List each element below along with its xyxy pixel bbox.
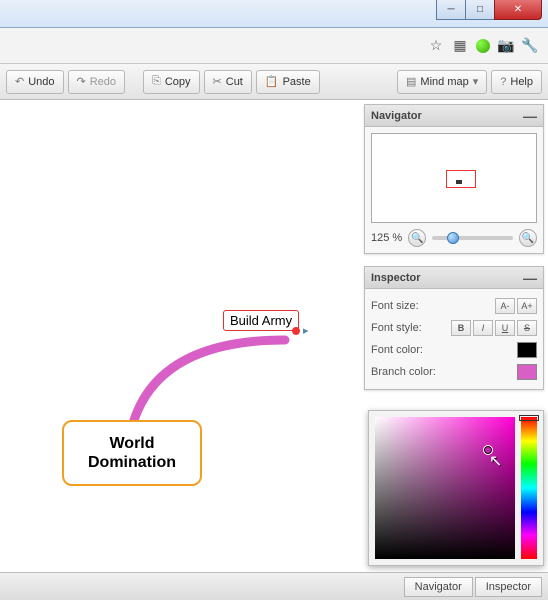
font-style-label: Font style:	[371, 322, 422, 334]
help-icon: ?	[500, 76, 506, 88]
zoom-out-button[interactable]: 🔍	[408, 229, 426, 247]
zoom-slider[interactable]	[432, 236, 513, 240]
inspector-title: Inspector	[371, 272, 421, 284]
help-label: Help	[510, 76, 533, 88]
underline-button[interactable]: U	[495, 320, 515, 336]
window-maximize-button[interactable]: □	[465, 0, 495, 20]
font-style-row: Font style: B I U S	[371, 317, 537, 339]
collapse-icon[interactable]: —	[523, 111, 537, 121]
inspector-panel: Inspector — Font size: A- A+ Font style:…	[364, 266, 544, 390]
zoom-level-label: 125 %	[371, 232, 402, 244]
window-close-button[interactable]: ✕	[494, 0, 542, 20]
child-node[interactable]: Build Army	[223, 310, 299, 331]
font-color-row: Font color:	[371, 339, 537, 361]
child-node-label: Build Army	[230, 313, 292, 328]
copy-button[interactable]: ⎘ Copy	[143, 70, 200, 94]
navigator-title: Navigator	[371, 110, 422, 122]
redo-icon: ↷	[77, 75, 86, 88]
status-bar: Navigator Inspector	[0, 572, 548, 600]
workspace: Build Army ▸ World Domination Navigator …	[0, 100, 548, 572]
font-color-label: Font color:	[371, 344, 423, 356]
font-size-decrease-button[interactable]: A-	[495, 298, 515, 314]
undo-label: Undo	[28, 76, 54, 88]
app-toolbar: ↶ Undo ↷ Redo ⎘ Copy ✂ Cut 📋 Paste ▤ Min…	[0, 64, 548, 100]
copy-label: Copy	[165, 76, 191, 88]
add-sibling-caret-icon[interactable]: ▸	[303, 324, 309, 337]
paste-button[interactable]: 📋 Paste	[256, 70, 320, 94]
zoom-bar: 125 % 🔍 🔍	[371, 229, 537, 247]
font-size-increase-button[interactable]: A+	[517, 298, 537, 314]
document-icon: ▤	[406, 75, 416, 88]
sv-cursor-icon	[483, 445, 493, 455]
presence-indicator-icon[interactable]	[476, 39, 490, 53]
navigator-panel-body: 125 % 🔍 🔍	[365, 127, 543, 253]
navigator-viewport-rect[interactable]	[446, 170, 476, 188]
hue-marker-icon	[519, 415, 539, 421]
undo-icon: ↶	[15, 75, 24, 88]
statusbar-navigator-tab[interactable]: Navigator	[404, 577, 473, 597]
strikethrough-button[interactable]: S	[517, 320, 537, 336]
node-endpoint-handle[interactable]	[292, 327, 300, 335]
window-buttons: ─ □ ✕	[436, 0, 542, 20]
bold-button[interactable]: B	[451, 320, 471, 336]
font-size-row: Font size: A- A+	[371, 295, 537, 317]
central-node-label: World Domination	[88, 435, 176, 471]
star-icon[interactable]: ☆	[428, 38, 444, 54]
help-button[interactable]: ? Help	[491, 70, 542, 94]
paste-icon: 📋	[265, 75, 279, 88]
italic-button[interactable]: I	[473, 320, 493, 336]
branch-color-row: Branch color:	[371, 361, 537, 383]
navigator-preview[interactable]	[371, 133, 537, 223]
browser-icon-bar: ☆ ▦ 📷 🔧	[0, 28, 548, 64]
statusbar-inspector-tab[interactable]: Inspector	[475, 577, 542, 597]
redo-label: Redo	[90, 76, 116, 88]
redo-button[interactable]: ↷ Redo	[68, 70, 126, 94]
font-size-label: Font size:	[371, 300, 419, 312]
saturation-value-area[interactable]: ↖	[375, 417, 515, 559]
cut-icon: ✂	[213, 75, 222, 88]
collapse-icon[interactable]: —	[523, 273, 537, 283]
mindmap-canvas[interactable]: Build Army ▸ World Domination	[0, 100, 362, 572]
inspector-panel-body: Font size: A- A+ Font style: B I U S Fon…	[365, 289, 543, 389]
mindmap-dropdown-button[interactable]: ▤ Mind map ▾	[397, 70, 487, 94]
inspector-panel-header[interactable]: Inspector —	[365, 267, 543, 289]
mindmap-label: Mind map	[420, 76, 468, 88]
copy-icon: ⎘	[152, 75, 161, 88]
navigator-panel: Navigator — 125 % 🔍 🔍	[364, 104, 544, 254]
paste-label: Paste	[283, 76, 311, 88]
navigator-node-icon	[456, 180, 462, 184]
window-titlebar: ─ □ ✕	[0, 0, 548, 28]
color-picker-popup: ↖	[368, 410, 544, 566]
undo-button[interactable]: ↶ Undo	[6, 70, 64, 94]
window-minimize-button[interactable]: ─	[436, 0, 466, 20]
branch-color-swatch[interactable]	[517, 364, 537, 380]
zoom-in-button[interactable]: 🔍	[519, 229, 537, 247]
cut-button[interactable]: ✂ Cut	[204, 70, 252, 94]
central-node[interactable]: World Domination	[62, 420, 202, 486]
wrench-icon[interactable]: 🔧	[522, 38, 538, 54]
chevron-down-icon: ▾	[473, 75, 479, 88]
camera-icon[interactable]: 📷	[498, 38, 514, 54]
grid-icon[interactable]: ▦	[452, 38, 468, 54]
branch-color-label: Branch color:	[371, 366, 436, 378]
hue-slider[interactable]	[521, 417, 537, 559]
navigator-panel-header[interactable]: Navigator —	[365, 105, 543, 127]
zoom-slider-thumb[interactable]	[447, 232, 459, 244]
cut-label: Cut	[226, 76, 243, 88]
font-color-swatch[interactable]	[517, 342, 537, 358]
